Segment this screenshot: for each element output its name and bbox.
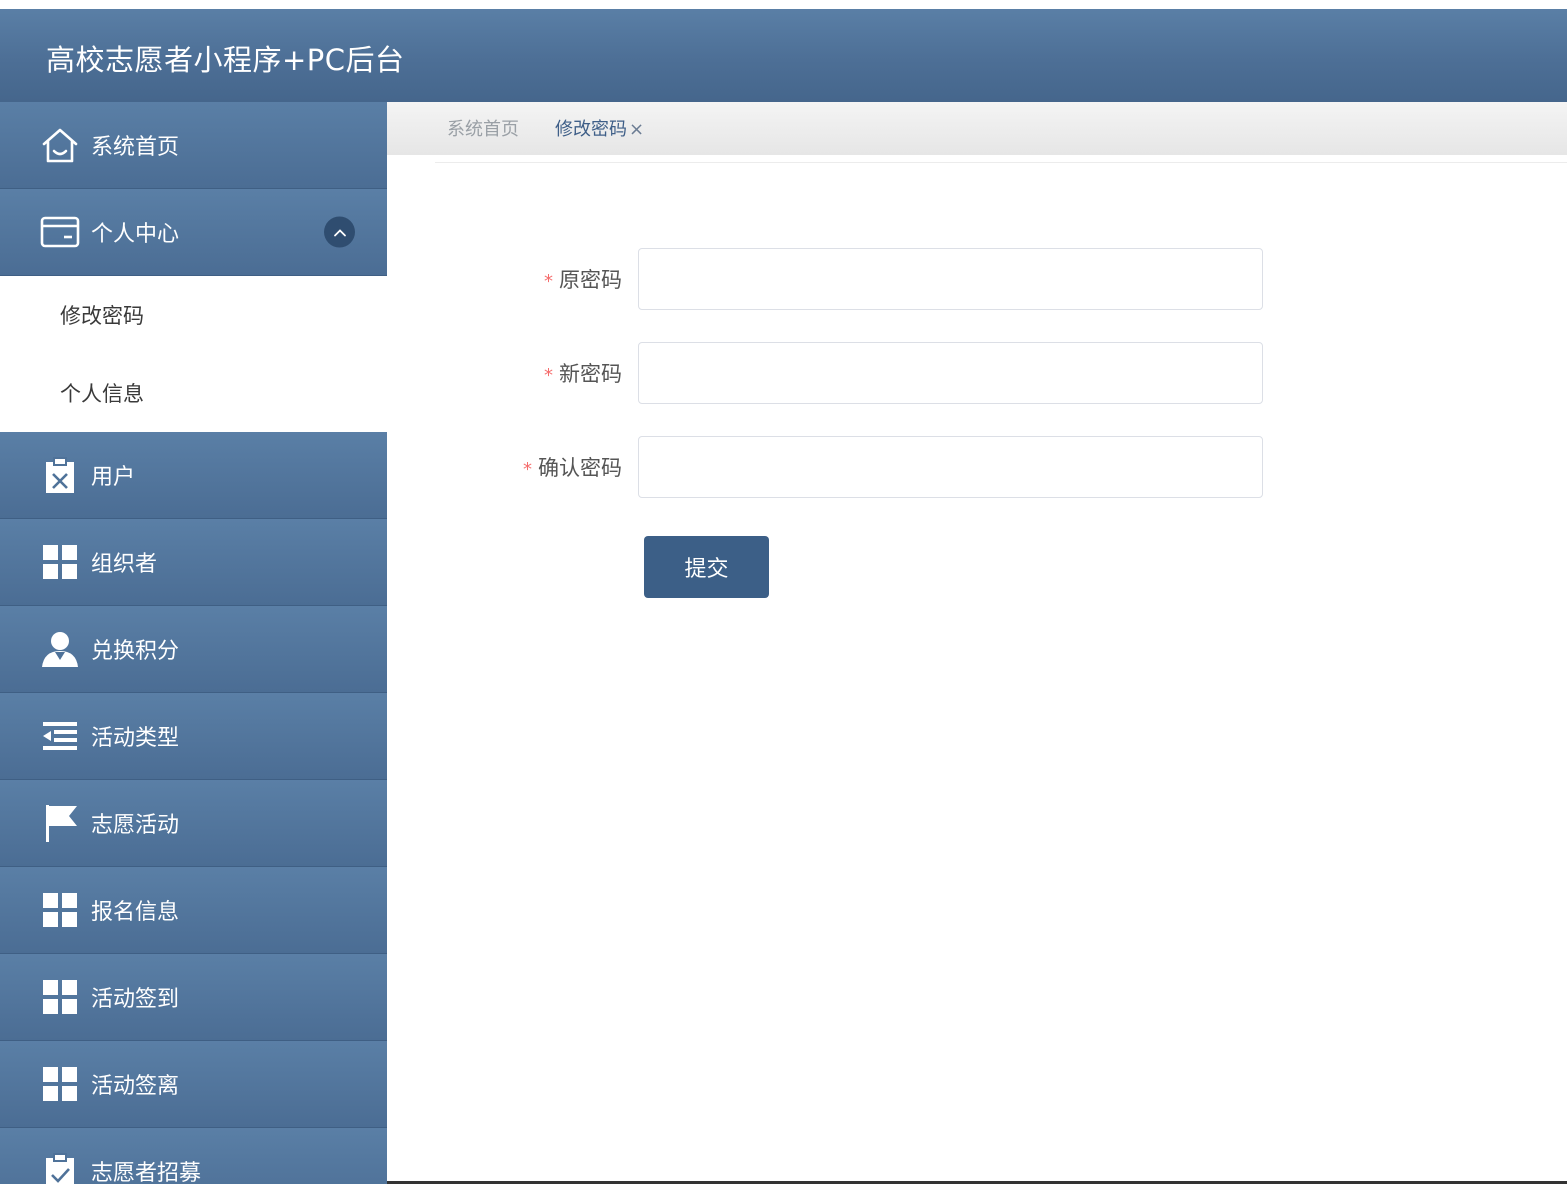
sidebar-item-label: 兑换积分 — [91, 639, 180, 664]
sidebar-item-label: 活动类型 — [91, 726, 180, 751]
sidebar-item-label: 组织者 — [91, 552, 158, 577]
sidebar-item-organizers[interactable]: 组织者 — [0, 519, 387, 606]
required-mark: * — [523, 459, 532, 480]
tab-bar: 系统首页 修改密码 × — [387, 102, 1567, 155]
sidebar-item-label: 用户 — [91, 465, 136, 490]
sidebar-item-volunteer-activities[interactable]: 志愿活动 — [0, 780, 387, 867]
sidebar-item-activity-checkout[interactable]: 活动签离 — [0, 1041, 387, 1128]
sidebar-item-label: 活动签离 — [91, 1074, 180, 1099]
sidebar-item-label: 报名信息 — [91, 900, 180, 925]
sidebar-item-label: 活动签到 — [91, 987, 180, 1012]
clipboard-x-icon — [40, 455, 80, 495]
sidebar-item-users[interactable]: 用户 — [0, 432, 387, 519]
app-header: 高校志愿者小程序+PC后台 — [0, 9, 1567, 102]
required-mark: * — [544, 365, 553, 386]
sidebar-item-label: 志愿者招募 — [91, 1161, 202, 1184]
home-icon — [40, 125, 80, 165]
sidebar: 系统首页 个人中心 修改密码 个人信息 用户 组织者 兑换积分 活动类型 志愿活… — [0, 102, 387, 1184]
submit-button[interactable]: 提交 — [644, 536, 769, 598]
grid-icon — [40, 542, 80, 582]
list-indent-icon — [40, 716, 80, 756]
app-title: 高校志愿者小程序+PC后台 — [46, 43, 405, 77]
confirm-password-label: * 确认密码 — [523, 456, 622, 480]
tab-label: 修改密码 — [555, 119, 627, 140]
clipboard-check-icon — [40, 1151, 80, 1184]
form-row-new-password: * 新密码 — [420, 342, 1320, 404]
new-password-label: * 新密码 — [544, 362, 622, 386]
personal-center-submenu: 修改密码 个人信息 — [0, 276, 387, 432]
sidebar-item-home[interactable]: 系统首页 — [0, 102, 387, 189]
required-mark: * — [544, 271, 553, 292]
sidebar-item-personal-center[interactable]: 个人中心 — [0, 189, 387, 276]
sidebar-item-label: 个人中心 — [91, 222, 180, 247]
sidebar-item-activity-checkin[interactable]: 活动签到 — [0, 954, 387, 1041]
sidebar-item-redeem-points[interactable]: 兑换积分 — [0, 606, 387, 693]
close-icon[interactable]: × — [629, 119, 644, 140]
tab-change-password[interactable]: 修改密码 × — [555, 115, 644, 141]
sidebar-item-activity-types[interactable]: 活动类型 — [0, 693, 387, 780]
form-row-old-password: * 原密码 — [420, 248, 1320, 310]
flag-icon — [40, 803, 80, 843]
sidebar-item-label: 系统首页 — [91, 135, 180, 160]
new-password-input[interactable] — [638, 342, 1263, 404]
grid-icon — [40, 890, 80, 930]
user-icon — [40, 629, 80, 669]
old-password-label: * 原密码 — [544, 268, 622, 292]
tab-home[interactable]: 系统首页 — [447, 115, 519, 141]
sidebar-item-label: 志愿活动 — [91, 813, 180, 838]
confirm-password-input[interactable] — [638, 436, 1263, 498]
form-row-confirm-password: * 确认密码 — [420, 436, 1320, 498]
wallet-icon — [40, 212, 80, 252]
submenu-item-change-password[interactable]: 修改密码 — [0, 276, 387, 354]
chevron-up-icon[interactable] — [324, 216, 355, 248]
sidebar-item-registration-info[interactable]: 报名信息 — [0, 867, 387, 954]
grid-icon — [40, 1064, 80, 1104]
divider — [435, 162, 1567, 163]
old-password-input[interactable] — [638, 248, 1263, 310]
submenu-item-personal-info[interactable]: 个人信息 — [0, 354, 387, 432]
sidebar-item-volunteer-recruitment[interactable]: 志愿者招募 — [0, 1128, 387, 1184]
grid-icon — [40, 977, 80, 1017]
top-strip — [0, 0, 1567, 9]
app-window: 高校志愿者小程序+PC后台 系统首页 个人中心 修改密码 个人信息 用户 组织者… — [0, 0, 1567, 1184]
